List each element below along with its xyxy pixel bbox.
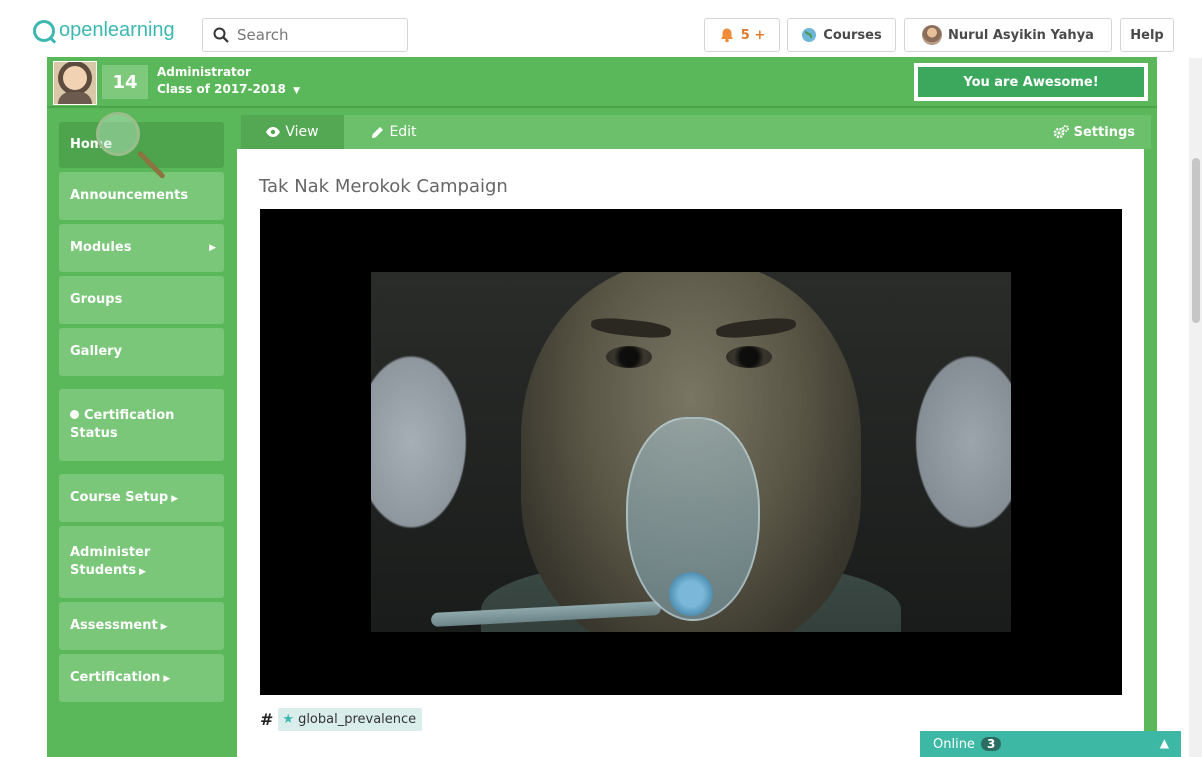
sidebar-item-certification[interactable]: Certification ▶ [59,654,224,702]
video-player[interactable] [260,209,1122,695]
sidebar-item-gallery[interactable]: Gallery [59,328,224,376]
sidebar-item-groups[interactable]: Groups [59,276,224,324]
tag-chip[interactable]: ★ global_prevalence [278,707,423,731]
tag-list: # ★ global_prevalence [260,707,423,731]
sidebar-item-course-setup[interactable]: Course Setup ▶ [59,474,224,522]
caret-down-icon: ▼ [293,86,301,96]
eye-icon [266,127,281,137]
logo-icon [33,19,55,42]
notifications-count: 5 + [740,27,766,43]
caret-right-icon: ▶ [209,243,216,253]
level-badge: 14 [102,65,148,99]
gears-icon [1053,125,1069,139]
search-box[interactable] [202,18,408,52]
role-label: Administrator [157,65,251,79]
awesome-badge[interactable]: You are Awesome! [914,63,1148,101]
online-count-badge: 3 [980,737,1002,751]
tab-edit[interactable]: Edit [344,115,444,149]
top-bar: openlearning 5 + Courses Nurul Asyikin Y… [0,0,1202,58]
magnifier-icon [96,112,140,156]
online-chat-bar[interactable]: Online 3 ▲ [920,731,1181,757]
bell-icon [720,28,733,43]
caret-right-icon: ▶ [171,493,179,504]
tab-view[interactable]: View [241,115,344,149]
settings-button[interactable]: Settings [1053,115,1135,149]
sidebar-item-certification-status[interactable]: Certification Status [59,389,224,461]
user-name: Nurul Asyikin Yahya [948,27,1094,43]
globe-icon [802,28,817,42]
page-title: Tak Nak Merokok Campaign [259,176,508,197]
status-dot-icon [70,410,79,419]
caret-right-icon: ▶ [160,621,168,632]
sidebar-item-announcements[interactable]: Announcements [59,172,224,220]
profile-photo[interactable] [53,61,97,105]
courses-label: Courses [823,27,882,43]
page-scrollbar[interactable] [1189,58,1202,757]
user-menu-button[interactable]: Nurul Asyikin Yahya [904,18,1112,52]
user-avatar [922,25,943,45]
sidebar-item-administer-students[interactable]: Administer Students ▶ [59,526,224,598]
role-info: Administrator Class of 2017-2018 ▼ [157,64,300,100]
star-icon: ★ [282,711,295,727]
course-sidebar: Home Announcements Modules ▶ Groups Gall… [47,108,236,757]
courses-button[interactable]: Courses [787,18,896,52]
sidebar-item-modules[interactable]: Modules ▶ [59,224,224,272]
logo-text: openlearning [59,19,175,41]
openlearning-logo[interactable]: openlearning [33,19,175,42]
pencil-icon [372,126,384,138]
search-icon [213,27,229,43]
search-input[interactable] [235,25,399,45]
page-tabbar: View Edit Settings [241,115,1151,149]
caret-right-icon: ▶ [163,673,171,684]
course-banner: 14 Administrator Class of 2017-2018 ▼ Yo… [47,57,1157,108]
sidebar-item-home[interactable]: Home [59,122,224,168]
notifications-button[interactable]: 5 + [704,18,780,52]
page-content: Tak Nak Merokok Campaign # ★ global_prev… [237,149,1144,757]
sidebar-item-assessment[interactable]: Assessment ▶ [59,602,224,650]
hashtag-icon: # [260,709,274,729]
online-label: Online [933,736,975,752]
scrollbar-thumb[interactable] [1192,158,1200,323]
help-button[interactable]: Help [1120,18,1174,52]
chevron-up-icon[interactable]: ▲ [1160,736,1169,750]
caret-right-icon: ▶ [139,566,147,577]
video-frame [371,272,1011,632]
class-selector[interactable]: Class of 2017-2018 ▼ [157,81,300,100]
